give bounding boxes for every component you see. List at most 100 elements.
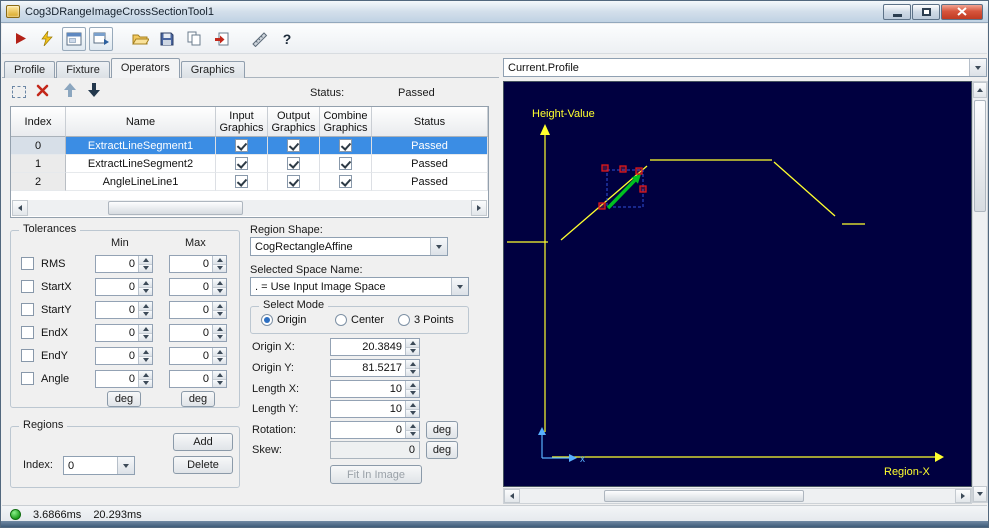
- spinner-down-icon[interactable]: [139, 379, 152, 387]
- endx-min-spinner[interactable]: 0: [95, 324, 153, 342]
- scroll-left-arrow[interactable]: [504, 489, 520, 503]
- min-deg-button[interactable]: deg: [107, 391, 141, 407]
- tab-graphics[interactable]: Graphics: [180, 61, 245, 78]
- import-icon[interactable]: [209, 27, 233, 51]
- col-header-name[interactable]: Name: [66, 107, 216, 137]
- mode-center-option[interactable]: Center: [335, 314, 384, 326]
- display-vertical-scrollbar[interactable]: [972, 81, 988, 503]
- mode-3points-option[interactable]: 3 Points: [398, 314, 454, 326]
- run-icon[interactable]: [8, 27, 32, 51]
- input-graphics-checkbox[interactable]: [235, 175, 248, 188]
- spinner-down-icon[interactable]: [213, 264, 226, 272]
- scroll-right-arrow[interactable]: [955, 489, 971, 503]
- scroll-left-arrow[interactable]: [12, 200, 28, 216]
- length-y-spinner[interactable]: 10: [330, 400, 420, 418]
- table-row[interactable]: 0 ExtractLineSegment1 Passed: [11, 137, 488, 155]
- output-graphics-checkbox[interactable]: [287, 175, 300, 188]
- scroll-right-arrow[interactable]: [471, 200, 487, 216]
- origin-x-spinner[interactable]: 20.3849: [330, 338, 420, 356]
- copy-icon[interactable]: [182, 27, 206, 51]
- rms-min-spinner[interactable]: 0: [95, 255, 153, 273]
- spinner-down-icon[interactable]: [213, 356, 226, 364]
- startx-max-spinner[interactable]: 0: [169, 278, 227, 296]
- chevron-down-icon[interactable]: [117, 457, 134, 474]
- endx-checkbox[interactable]: [21, 326, 34, 339]
- endy-checkbox[interactable]: [21, 349, 34, 362]
- spinner-down-icon[interactable]: [406, 368, 419, 376]
- col-header-index[interactable]: Index: [11, 107, 66, 137]
- input-graphics-checkbox[interactable]: [235, 157, 248, 170]
- delete-operator-icon[interactable]: [36, 84, 49, 100]
- help-icon[interactable]: ?: [275, 27, 299, 51]
- length-x-spinner[interactable]: 10: [330, 380, 420, 398]
- scroll-thumb[interactable]: [974, 100, 986, 212]
- scroll-down-arrow[interactable]: [973, 486, 987, 502]
- spinner-up-icon[interactable]: [139, 371, 152, 380]
- profile-display[interactable]: Height-Value Region-X x: [503, 81, 972, 487]
- spinner-down-icon[interactable]: [406, 389, 419, 397]
- chevron-down-icon[interactable]: [451, 278, 468, 295]
- col-header-input-graphics[interactable]: Input Graphics: [216, 107, 268, 137]
- scroll-track[interactable]: [973, 98, 987, 486]
- run-electric-icon[interactable]: [35, 27, 59, 51]
- startx-min-spinner[interactable]: 0: [95, 278, 153, 296]
- spinner-down-icon[interactable]: [406, 347, 419, 355]
- measure-icon[interactable]: [248, 27, 272, 51]
- angle-min-spinner[interactable]: 0: [95, 370, 153, 388]
- scroll-up-arrow[interactable]: [973, 82, 987, 98]
- rotation-spinner[interactable]: 0: [330, 421, 420, 439]
- spinner-up-icon[interactable]: [139, 348, 152, 357]
- spinner-up-icon[interactable]: [213, 302, 226, 311]
- spinner-down-icon[interactable]: [213, 310, 226, 318]
- save-icon[interactable]: [155, 27, 179, 51]
- spinner-up-icon[interactable]: [406, 422, 419, 431]
- spinner-up-icon[interactable]: [406, 401, 419, 410]
- tab-profile[interactable]: Profile: [4, 61, 56, 78]
- spinner-up-icon[interactable]: [213, 371, 226, 380]
- endy-max-spinner[interactable]: 0: [169, 347, 227, 365]
- output-graphics-checkbox[interactable]: [287, 139, 300, 152]
- add-button[interactable]: Add: [173, 433, 233, 451]
- combine-graphics-checkbox[interactable]: [339, 157, 352, 170]
- rotation-deg-button[interactable]: deg: [426, 421, 458, 439]
- titlebar[interactable]: Cog3DRangeImageCrossSectionTool1: [1, 1, 988, 23]
- spinner-up-icon[interactable]: [213, 256, 226, 265]
- table-row[interactable]: 1 ExtractLineSegment2 Passed: [11, 155, 488, 173]
- tab-fixture[interactable]: Fixture: [56, 61, 110, 78]
- max-deg-button[interactable]: deg: [181, 391, 215, 407]
- radio-icon[interactable]: [261, 314, 273, 326]
- starty-checkbox[interactable]: [21, 303, 34, 316]
- move-down-icon[interactable]: [88, 83, 100, 100]
- spinner-up-icon[interactable]: [139, 279, 152, 288]
- scroll-track[interactable]: [520, 489, 955, 503]
- angle-checkbox[interactable]: [21, 372, 34, 385]
- profile-canvas[interactable]: Height-Value Region-X x: [504, 82, 971, 486]
- radio-icon[interactable]: [398, 314, 410, 326]
- radio-icon[interactable]: [335, 314, 347, 326]
- profile-source-combo[interactable]: Current.Profile: [503, 58, 987, 77]
- scroll-thumb[interactable]: [604, 490, 804, 502]
- endx-max-spinner[interactable]: 0: [169, 324, 227, 342]
- spinner-up-icon[interactable]: [139, 325, 152, 334]
- angle-max-spinner[interactable]: 0: [169, 370, 227, 388]
- endy-min-spinner[interactable]: 0: [95, 347, 153, 365]
- spinner-up-icon[interactable]: [406, 339, 419, 348]
- spinner-up-icon[interactable]: [139, 256, 152, 265]
- mode-origin-option[interactable]: Origin: [261, 314, 306, 326]
- table-horizontal-scrollbar[interactable]: [12, 200, 487, 216]
- input-graphics-checkbox[interactable]: [235, 139, 248, 152]
- spinner-up-icon[interactable]: [139, 302, 152, 311]
- add-region-icon[interactable]: [10, 83, 28, 101]
- region-shape-combo[interactable]: CogRectangleAffine: [250, 237, 448, 256]
- spinner-down-icon[interactable]: [139, 264, 152, 272]
- spinner-down-icon[interactable]: [139, 287, 152, 295]
- col-header-combine-graphics[interactable]: Combine Graphics: [320, 107, 372, 137]
- starty-min-spinner[interactable]: 0: [95, 301, 153, 319]
- starty-max-spinner[interactable]: 0: [169, 301, 227, 319]
- spinner-up-icon[interactable]: [406, 381, 419, 390]
- chevron-down-icon[interactable]: [969, 59, 986, 76]
- move-up-icon[interactable]: [64, 83, 76, 100]
- open-icon[interactable]: [128, 27, 152, 51]
- delete-button[interactable]: Delete: [173, 456, 233, 474]
- close-button[interactable]: [941, 3, 983, 20]
